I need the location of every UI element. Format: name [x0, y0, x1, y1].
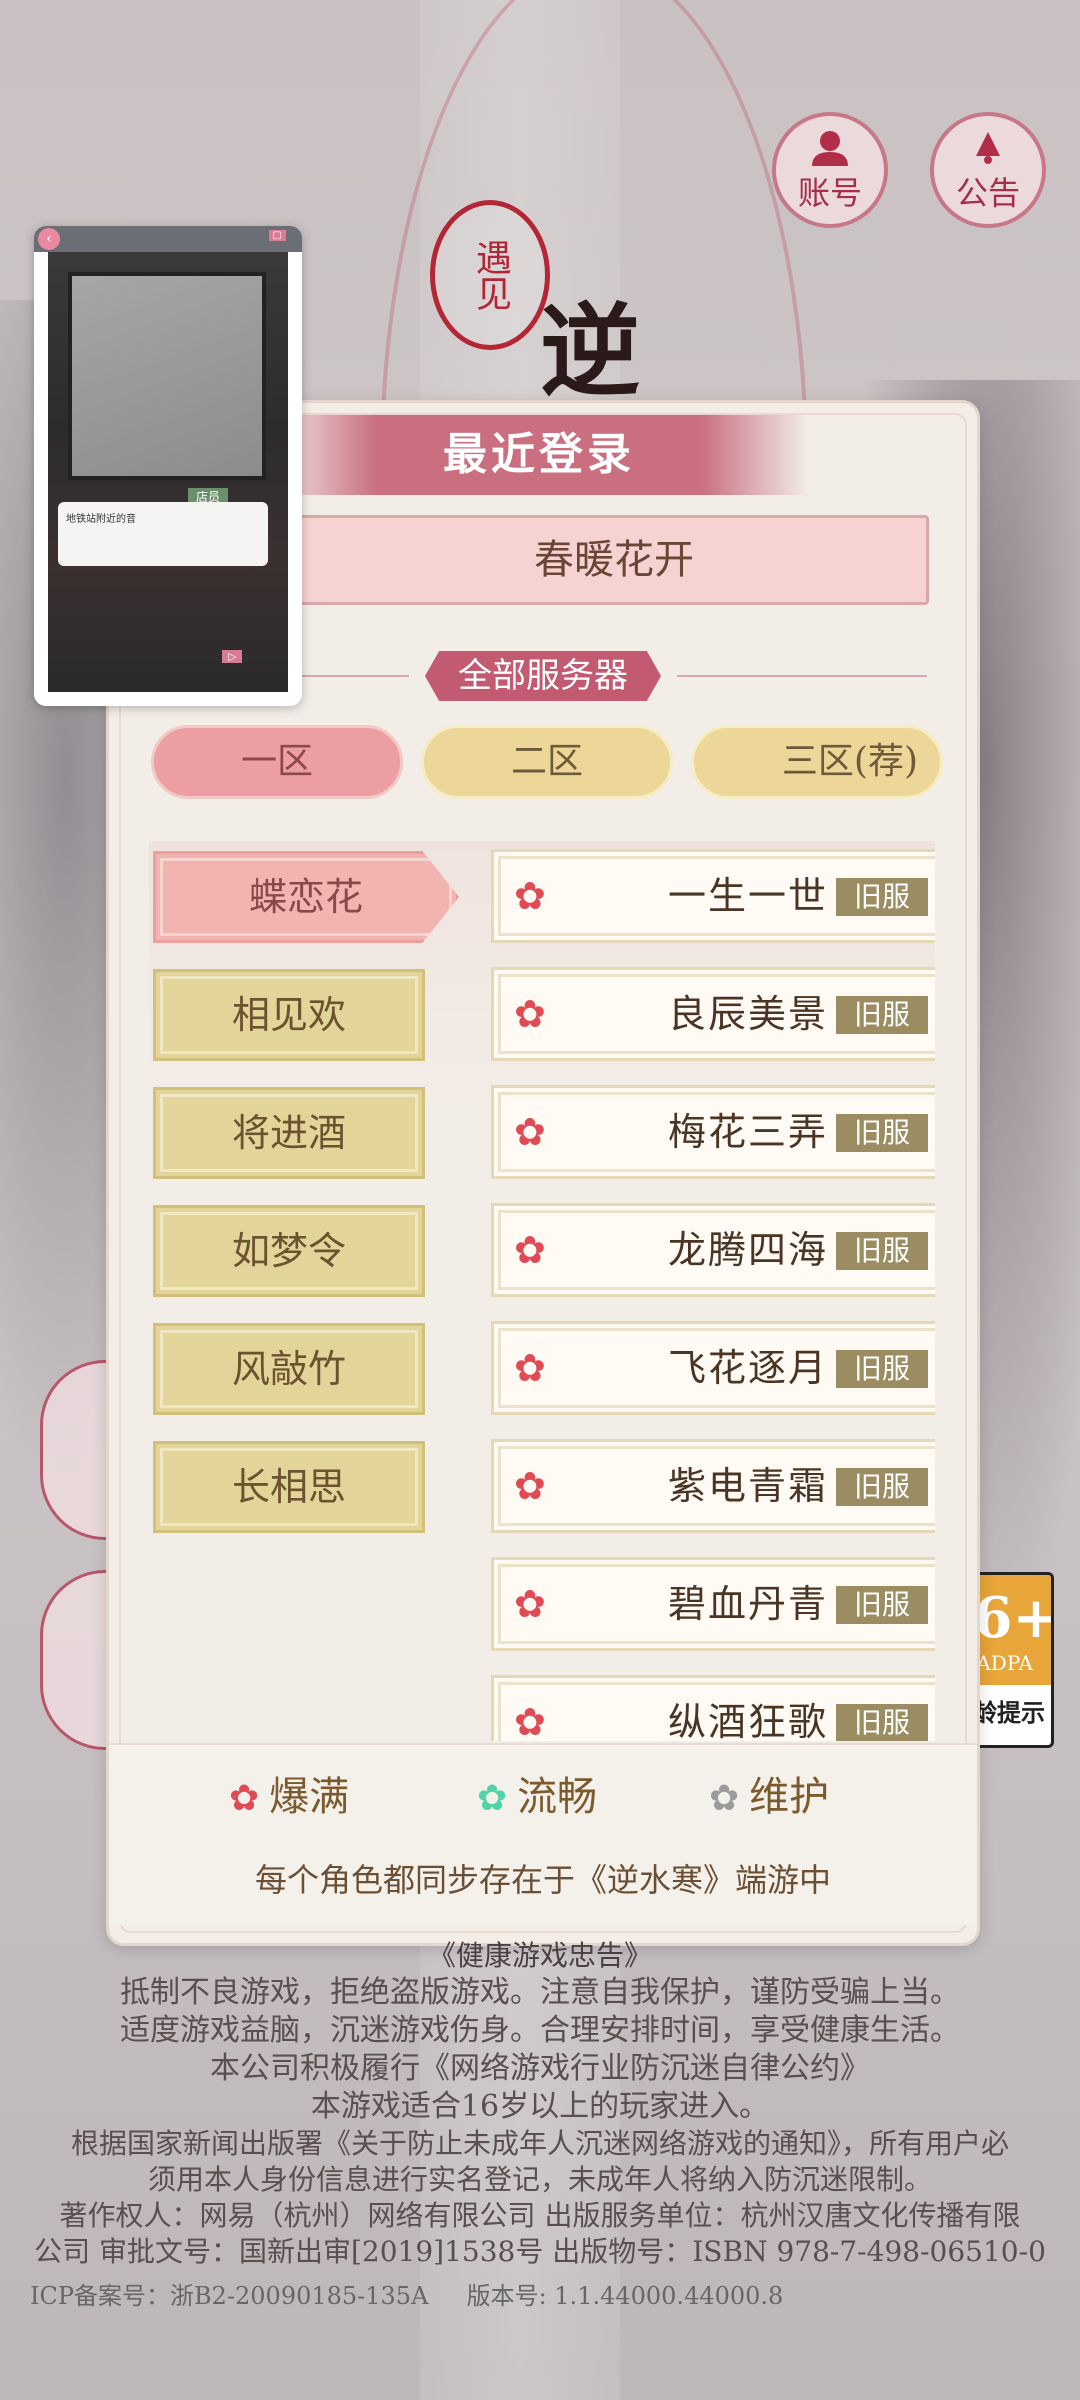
status-legend: ✿ 爆满 ✿ 流畅 ✿ 维护 每个角色都同步存在于《逆水寒》端游中: [109, 1743, 977, 1925]
old-server-tag: 旧服: [836, 1350, 928, 1388]
zone-tab-3[interactable]: 三区(荐): [691, 725, 943, 799]
old-server-tag: 旧服: [836, 1468, 928, 1506]
user-icon: [810, 130, 850, 175]
status-full-icon: ✿: [514, 1110, 546, 1154]
old-server-tag: 旧服: [836, 1232, 928, 1270]
dialog-bubble: 地铁站附近的音: [58, 502, 268, 566]
status-full-icon: ✿: [514, 992, 546, 1036]
old-server-tag: 旧服: [836, 996, 928, 1034]
sync-note: 每个角色都同步存在于《逆水寒》端游中: [254, 1861, 831, 1899]
zone-tab-2[interactable]: 二区: [421, 725, 673, 799]
recent-login-title: 最近登录: [269, 415, 809, 495]
cinema-screen: [68, 272, 266, 480]
thumbnail-bottom-tag: ▷: [222, 650, 243, 663]
bell-icon: [968, 130, 1008, 175]
old-server-tag: 旧服: [836, 1586, 928, 1624]
game-logo-seal: 遇见: [430, 200, 550, 350]
server-item[interactable]: ✿ 碧血丹青 旧服: [491, 1557, 935, 1651]
server-list-area[interactable]: 蝶恋花 相见欢 将进酒 如梦令 风敲竹 长相思 ✿ 一生一世 旧服 ✿ 良辰美景…: [149, 841, 935, 1741]
status-smooth-icon: ✿: [477, 1778, 508, 1819]
status-full-icon: ✿: [514, 1346, 546, 1390]
category-tab-jiangjinjiu[interactable]: 将进酒: [153, 1087, 425, 1179]
server-item[interactable]: ✿ 良辰美景 旧服: [491, 967, 935, 1061]
old-server-tag: 旧服: [836, 878, 928, 916]
category-tab-rumengling[interactable]: 如梦令: [153, 1205, 425, 1297]
game-logo-brush: 逆: [540, 292, 640, 410]
recent-server-button[interactable]: 春暖花开: [299, 515, 929, 605]
back-icon[interactable]: ‹: [38, 228, 60, 250]
server-item[interactable]: ✿ 一生一世 旧服: [491, 849, 935, 943]
thumbnail-top-tag: ▢: [268, 230, 286, 241]
category-tab-fengqiaozhu[interactable]: 风敲竹: [153, 1323, 425, 1415]
server-item[interactable]: ✿ 梅花三弄 旧服: [491, 1085, 935, 1179]
status-maintenance-icon: ✿: [709, 1778, 740, 1819]
server-item[interactable]: ✿ 纵酒狂歌 旧服: [491, 1675, 935, 1741]
notice-button[interactable]: 公告: [930, 112, 1046, 228]
status-full-icon: ✿: [514, 874, 546, 918]
icp-number: ICP备案号：浙B2-20090185-135A: [30, 2282, 429, 2310]
server-item[interactable]: ✿ 飞花逐月 旧服: [491, 1321, 935, 1415]
account-button[interactable]: 账号: [772, 112, 888, 228]
category-tab-changxiangsi[interactable]: 长相思: [153, 1441, 425, 1533]
server-item[interactable]: ✿ 龙腾四海 旧服: [491, 1203, 935, 1297]
status-full-icon: ✿: [514, 1700, 546, 1741]
server-item[interactable]: ✿ 紫电青霜 旧服: [491, 1439, 935, 1533]
health-notice-title: 《健康游戏忠告》: [427, 1939, 652, 1972]
all-servers-label: 全部服务器: [425, 651, 661, 701]
floating-video-thumbnail[interactable]: 店员 地铁站附近的音 ‹ ▢ ▷: [34, 226, 302, 706]
old-server-tag: 旧服: [836, 1704, 928, 1741]
status-full-icon: ✿: [514, 1228, 546, 1272]
old-server-tag: 旧服: [836, 1114, 928, 1152]
health-notice-footer: 《健康游戏忠告》 抵制不良游戏，拒绝盗版游戏。注意自我保护，谨防受骗上当。 适度…: [0, 1938, 1080, 2310]
status-full-icon: ✿: [514, 1582, 546, 1626]
version-number: 版本号: 1.1.44000.44000.8: [466, 2282, 784, 2310]
zone-tab-1[interactable]: 一区: [151, 725, 403, 799]
category-tab-dielianhua[interactable]: 蝶恋花: [153, 851, 459, 943]
category-tab-xiangjianhuan[interactable]: 相见欢: [153, 969, 425, 1061]
status-full-icon: ✿: [514, 1464, 546, 1508]
status-full-icon: ✿: [229, 1778, 260, 1819]
